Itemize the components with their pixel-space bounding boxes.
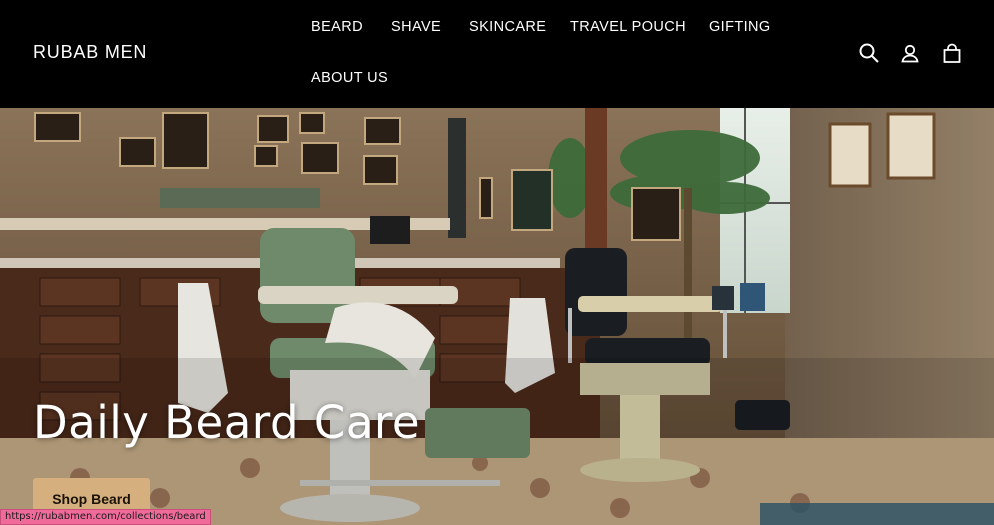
- status-bar-url: https://rubabmen.com/collections/beard: [0, 509, 211, 525]
- nav-item-gifting[interactable]: GIFTING: [709, 19, 771, 35]
- hero-title: Daily Beard Care: [33, 396, 421, 449]
- nav-item-skincare[interactable]: SKINCARE: [469, 19, 546, 35]
- account-icon[interactable]: [899, 42, 921, 64]
- cart-icon[interactable]: [941, 42, 963, 64]
- brand-logo[interactable]: RUBAB MEN: [33, 42, 147, 63]
- nav-item-beard[interactable]: BEARD: [311, 19, 363, 35]
- hero-banner[interactable]: Daily Beard Care Shop Beard: [0, 108, 994, 525]
- nav-item-about-us[interactable]: ABOUT US: [311, 70, 388, 86]
- site-header: RUBAB MEN BEARD SHAVE SKINCARE TRAVEL PO…: [0, 0, 994, 108]
- nav-item-travel-pouch[interactable]: TRAVEL POUCH: [570, 19, 686, 35]
- hero-image: [0, 108, 994, 525]
- nav-item-shave[interactable]: SHAVE: [391, 19, 441, 35]
- search-icon[interactable]: [858, 42, 880, 64]
